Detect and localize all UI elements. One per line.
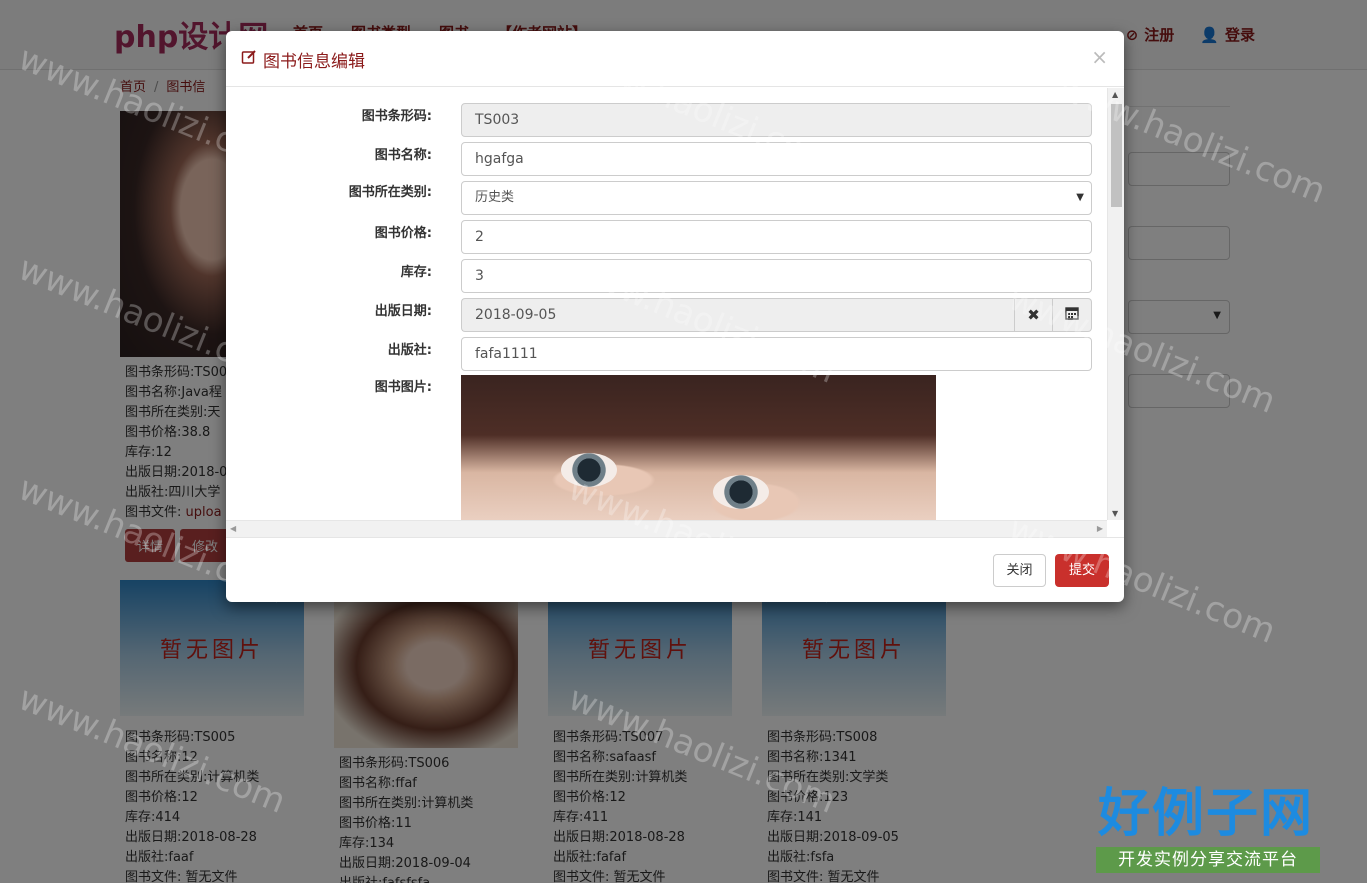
date-picker: 2018-09-05 ✖ xyxy=(461,298,1092,332)
close-icon[interactable]: × xyxy=(1091,45,1108,69)
image-detail xyxy=(713,475,769,509)
logo-title: 好例子网 xyxy=(1098,783,1315,844)
category-select[interactable]: 历史类 ▼ xyxy=(461,181,1092,215)
price-label: 图书价格: xyxy=(374,226,432,241)
price-field[interactable]: 2 xyxy=(461,220,1092,254)
chevron-down-icon: ▼ xyxy=(1076,192,1084,203)
barcode-label: 图书条形码: xyxy=(361,109,432,124)
vertical-scrollbar[interactable]: ▲ ▼ xyxy=(1107,88,1124,520)
stock-field[interactable]: 3 xyxy=(461,259,1092,293)
book-image-preview xyxy=(461,375,936,525)
form-row-price: 图书价格: 2 xyxy=(226,220,1106,254)
form-row-name: 图书名称: hgafga xyxy=(226,142,1106,176)
form-row-publisher: 出版社: fafa1111 xyxy=(226,337,1106,371)
site-logo: 好例子网 开发实例分享交流平台 xyxy=(1096,785,1320,875)
logo-tagline: 开发实例分享交流平台 xyxy=(1096,847,1320,873)
form-row-category: 图书所在类别: 历史类 ▼ xyxy=(226,181,1106,215)
scroll-right-icon[interactable]: ▶ xyxy=(1097,524,1103,533)
modal-title: 图书信息编辑 xyxy=(241,47,365,72)
category-label: 图书所在类别: xyxy=(348,185,432,200)
modal-title-text: 图书信息编辑 xyxy=(263,52,365,72)
edit-icon xyxy=(241,49,257,70)
stock-label: 库存: xyxy=(400,265,432,280)
category-selected-value: 历史类 xyxy=(475,190,515,205)
scroll-down-icon[interactable]: ▼ xyxy=(1112,509,1118,518)
date-label: 出版日期: xyxy=(374,304,432,319)
scroll-left-icon[interactable]: ◀ xyxy=(230,524,236,533)
